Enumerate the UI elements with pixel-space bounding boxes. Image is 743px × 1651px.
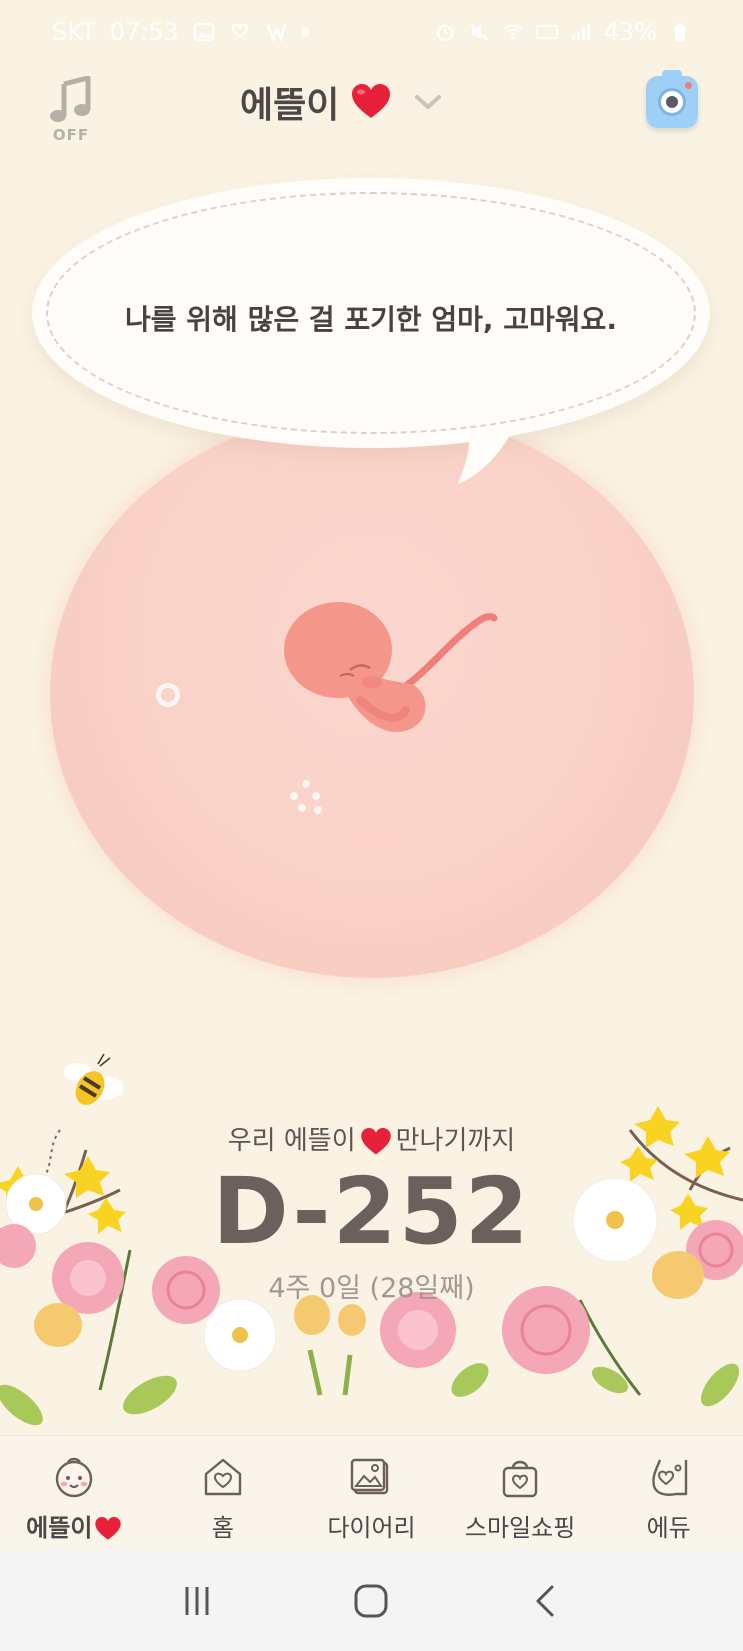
countdown-prefix: 우리 에뜰이 [227, 1126, 356, 1156]
camera-flash-dot [685, 82, 692, 89]
baby-name-selector[interactable]: 에뜰이 [240, 74, 443, 130]
status-left: SKT 07:53 [52, 18, 309, 46]
music-note-icon [50, 76, 91, 122]
tab-baby[interactable]: 에뜰이 [0, 1436, 149, 1551]
baby-name-title: 에뜰이 [240, 85, 340, 126]
embryo-illustration [284, 602, 498, 732]
pregnancy-week-info: 4주 0일 (28일째) [268, 1273, 475, 1304]
countdown-suffix: 만나기까지 [395, 1126, 516, 1156]
bubble-ring-decoration [156, 683, 180, 707]
tab-baby-label: 에뜰이 [26, 1508, 122, 1543]
mute-icon [469, 23, 488, 41]
recent-apps-icon [185, 1586, 209, 1615]
shopping-bag-icon [502, 1460, 538, 1498]
tab-home-label: 홈 [211, 1514, 234, 1542]
app-header: OFF 에뜰이 [0, 64, 743, 174]
pregnant-belly-icon [651, 1459, 687, 1496]
clock: 07:53 [109, 18, 179, 46]
status-right: 43% [434, 18, 691, 46]
tab-shopping[interactable]: 스마일쇼핑 [446, 1436, 595, 1551]
gallery-notification-icon [193, 23, 214, 41]
tab-edu[interactable]: 에듀 [594, 1436, 743, 1551]
heart-icon [352, 84, 391, 118]
speech-bubble-tail [458, 428, 514, 484]
camera-button[interactable] [646, 70, 698, 128]
heart-icon [95, 1517, 122, 1540]
sparkle-decoration [290, 780, 324, 814]
dday-counter: D-252 [212, 1158, 531, 1265]
tab-diary[interactable]: 다이어리 [297, 1436, 446, 1551]
baby-message: 나를 위해 많은 걸 포기한 엄마, 고마워요. [125, 303, 617, 336]
heart-icon [360, 1127, 391, 1154]
home-heart-icon [204, 1458, 242, 1496]
signal-icon [571, 24, 590, 40]
volte-icon [535, 25, 558, 39]
back-icon [536, 1585, 554, 1616]
tab-shopping-label: 스마일쇼핑 [464, 1514, 576, 1542]
photo-diary-icon [351, 1458, 389, 1495]
vpn-notification-icon [266, 24, 287, 43]
carrier-label: SKT [52, 18, 96, 46]
wifi-icon [502, 24, 523, 40]
bottom-tab-bar: 에뜰이 홈 다이어리 스마일쇼핑 에듀 [0, 1435, 743, 1550]
app-notification-icon [231, 23, 248, 39]
camera-icon [658, 88, 686, 116]
alarm-icon [436, 25, 453, 41]
home-button[interactable] [346, 1576, 396, 1626]
recent-apps-button[interactable] [172, 1576, 222, 1626]
music-toggle-button[interactable]: OFF [44, 76, 98, 146]
camera-top [662, 70, 682, 78]
system-navigation-bar [0, 1550, 743, 1651]
battery-percent: 43% [603, 18, 657, 46]
tab-edu-label: 에듀 [646, 1514, 691, 1542]
baby-face-icon [56, 1457, 93, 1498]
more-notifications-dot [300, 28, 309, 36]
back-button[interactable] [521, 1576, 571, 1626]
status-bar: SKT 07:53 43% [0, 0, 743, 64]
chevron-down-icon [415, 95, 442, 109]
home-icon [354, 1584, 388, 1617]
tab-diary-label: 다이어리 [327, 1514, 416, 1542]
battery-icon [675, 23, 685, 41]
music-off-label: OFF [52, 126, 90, 144]
countdown-caption: 우리 에뜰이 만나기까지 [0, 1120, 743, 1157]
tab-home[interactable]: 홈 [149, 1436, 298, 1551]
